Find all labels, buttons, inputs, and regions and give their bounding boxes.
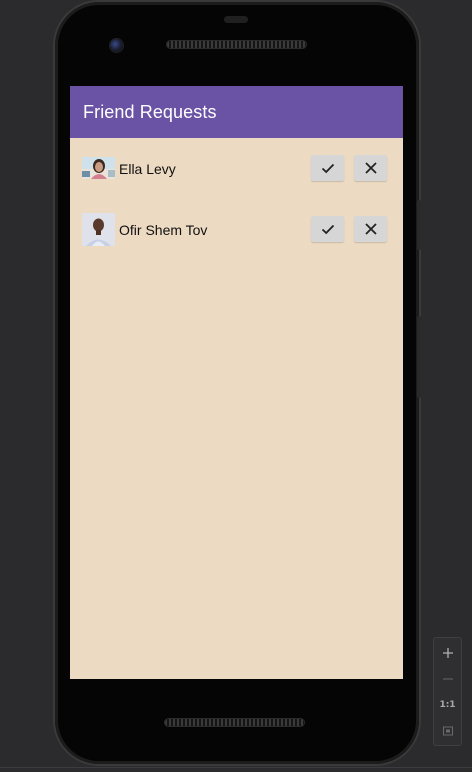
requester-name: Ella Levy <box>119 161 176 177</box>
zoom-out-button[interactable] <box>434 666 461 692</box>
plus-icon <box>442 648 453 658</box>
power-button[interactable] <box>417 200 421 250</box>
actual-size-button[interactable]: 1:1 <box>434 692 461 718</box>
avatar <box>82 213 115 246</box>
avatar <box>82 157 115 179</box>
close-icon <box>364 223 377 235</box>
decline-request-button[interactable] <box>354 155 387 181</box>
earpiece <box>224 16 248 23</box>
check-icon <box>321 224 334 235</box>
accept-request-button[interactable] <box>311 155 344 181</box>
friend-request-row: Ella Levy <box>70 152 403 186</box>
requester-name: Ofir Shem Tov <box>119 222 208 238</box>
phone-screen: Friend Requests Ella Levy Ofir Shem Tov <box>70 86 403 679</box>
fit-screen-button[interactable] <box>434 718 461 744</box>
emulator-window: Friend Requests Ella Levy Ofir Shem Tov … <box>0 0 472 772</box>
minus-icon <box>442 678 453 680</box>
window-bottom-border <box>0 767 472 768</box>
front-camera-icon <box>110 39 123 52</box>
close-icon <box>364 162 377 174</box>
friend-request-row: Ofir Shem Tov <box>70 213 403 247</box>
emulator-zoom-controls: 1:1 <box>433 637 462 746</box>
check-icon <box>321 163 334 174</box>
bottom-speaker-grille <box>165 719 304 726</box>
fit-screen-icon <box>442 726 453 736</box>
app-bar: Friend Requests <box>70 86 403 138</box>
zoom-in-button[interactable] <box>434 640 461 666</box>
top-speaker-grille <box>167 41 306 48</box>
decline-request-button[interactable] <box>354 216 387 242</box>
accept-request-button[interactable] <box>311 216 344 242</box>
volume-button[interactable] <box>417 316 421 398</box>
page-title: Friend Requests <box>83 101 217 122</box>
